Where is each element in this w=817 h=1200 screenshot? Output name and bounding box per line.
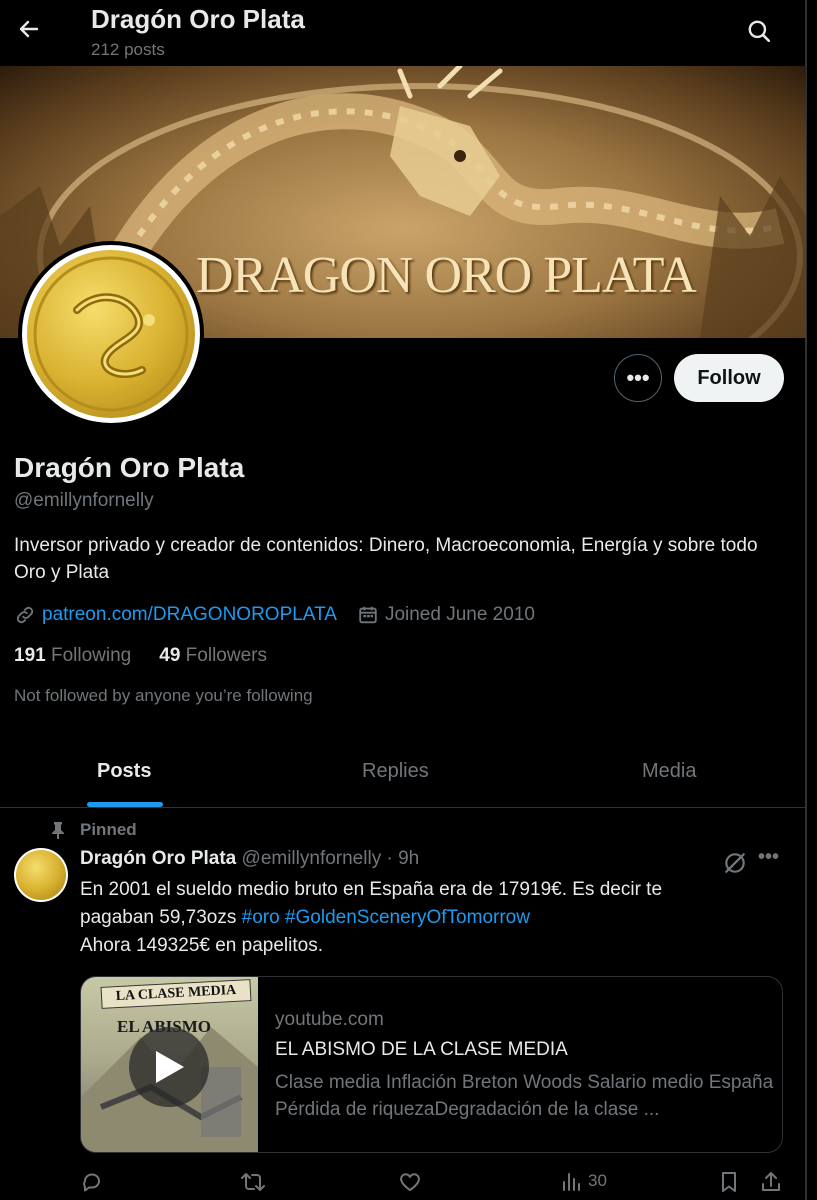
post-more-button[interactable]: •••	[758, 846, 779, 869]
top-bar: Dragón Oro Plata 212 posts	[0, 0, 806, 66]
like-icon	[400, 1173, 420, 1191]
back-button[interactable]	[12, 12, 46, 46]
like-button[interactable]	[398, 1170, 422, 1194]
grok-button[interactable]	[722, 850, 748, 876]
card-domain: youtube.com	[275, 1009, 384, 1030]
repost-icon	[241, 1173, 265, 1191]
bookmark-button[interactable]	[718, 1170, 740, 1194]
views-icon	[563, 1173, 580, 1191]
link-icon	[14, 604, 36, 626]
active-tab-indicator	[87, 802, 163, 807]
profile-meta: patreon.com/DRAGONOROPLATA Joined June 2…	[14, 600, 535, 630]
tab-media[interactable]: Media	[642, 760, 696, 783]
post-time[interactable]: · 9h	[386, 848, 419, 869]
post-avatar-coin	[16, 850, 66, 900]
link-preview-card[interactable]: LA CLASE MEDIA EL ABISMO youtube.com EL …	[80, 976, 783, 1153]
card-body: youtube.com EL ABISMO DE LA CLASE MEDIA …	[275, 1009, 775, 1123]
views-button[interactable]: 30	[560, 1170, 607, 1192]
search-button[interactable]	[742, 14, 776, 48]
bookmark-icon	[722, 1172, 736, 1192]
joined-date: Joined June 2010	[384, 604, 535, 625]
post-text: En 2001 el sueldo medio bruto en España …	[80, 879, 663, 956]
hashtag-goldensceneryoftomorrow[interactable]: #GoldenSceneryOfTomorrow	[285, 907, 530, 928]
profile-tabs: Posts Replies Media	[0, 740, 806, 808]
reply-icon	[83, 1173, 100, 1192]
tab-posts[interactable]: Posts	[97, 760, 151, 783]
profile-avatar[interactable]	[18, 241, 204, 427]
gold-coin-image	[27, 250, 195, 418]
card-title: EL ABISMO DE LA CLASE MEDIA	[275, 1039, 568, 1060]
profile-bio: Inversor privado y creador de contenidos…	[14, 535, 758, 583]
not-followed-note: Not followed by anyone you’re following	[14, 686, 313, 705]
search-icon	[748, 20, 771, 43]
post-header: Dragón Oro Plata @emillynfornelly · 9h	[80, 848, 419, 870]
more-options-button[interactable]: •••	[614, 354, 662, 402]
following-stat[interactable]: 191 Following	[14, 645, 131, 667]
tab-replies[interactable]: Replies	[362, 760, 429, 783]
play-icon	[156, 1051, 184, 1083]
back-arrow-icon	[19, 20, 39, 38]
grok-icon	[725, 853, 745, 873]
play-button[interactable]	[129, 1027, 209, 1107]
post-author-handle[interactable]: @emillynfornelly	[242, 848, 382, 869]
calendar-icon	[357, 604, 379, 626]
pinned-indicator: Pinned	[50, 820, 137, 840]
reply-button[interactable]	[80, 1170, 104, 1194]
header-post-count: 212 posts	[91, 40, 165, 59]
follow-stats: 191 Following 49 Followers	[14, 645, 267, 667]
hashtag-oro[interactable]: #oro	[242, 907, 280, 928]
banner-title: DRAGON ORO PLATA	[196, 247, 697, 304]
follow-button[interactable]: Follow	[674, 354, 784, 402]
header-title: Dragón Oro Plata	[91, 4, 305, 34]
card-description: Clase media Inflación Breton Woods Salar…	[275, 1072, 774, 1120]
profile-name: Dragón Oro Plata	[14, 452, 245, 483]
video-thumbnail[interactable]: LA CLASE MEDIA EL ABISMO	[81, 977, 258, 1152]
profile-link[interactable]: patreon.com/DRAGONOROPLATA	[42, 604, 337, 626]
pin-icon	[52, 822, 64, 839]
post-avatar[interactable]	[14, 848, 68, 902]
share-button[interactable]	[760, 1170, 782, 1194]
repost-button[interactable]	[240, 1170, 266, 1194]
share-icon	[762, 1172, 780, 1191]
profile-handle: @emillynfornelly	[14, 490, 154, 511]
views-count: 30	[588, 1171, 607, 1190]
followers-stat[interactable]: 49 Followers	[159, 645, 267, 667]
coin-dragon-icon	[33, 256, 189, 412]
post-actions: 30	[0, 1168, 806, 1200]
post-author-name[interactable]: Dragón Oro Plata	[80, 848, 236, 869]
